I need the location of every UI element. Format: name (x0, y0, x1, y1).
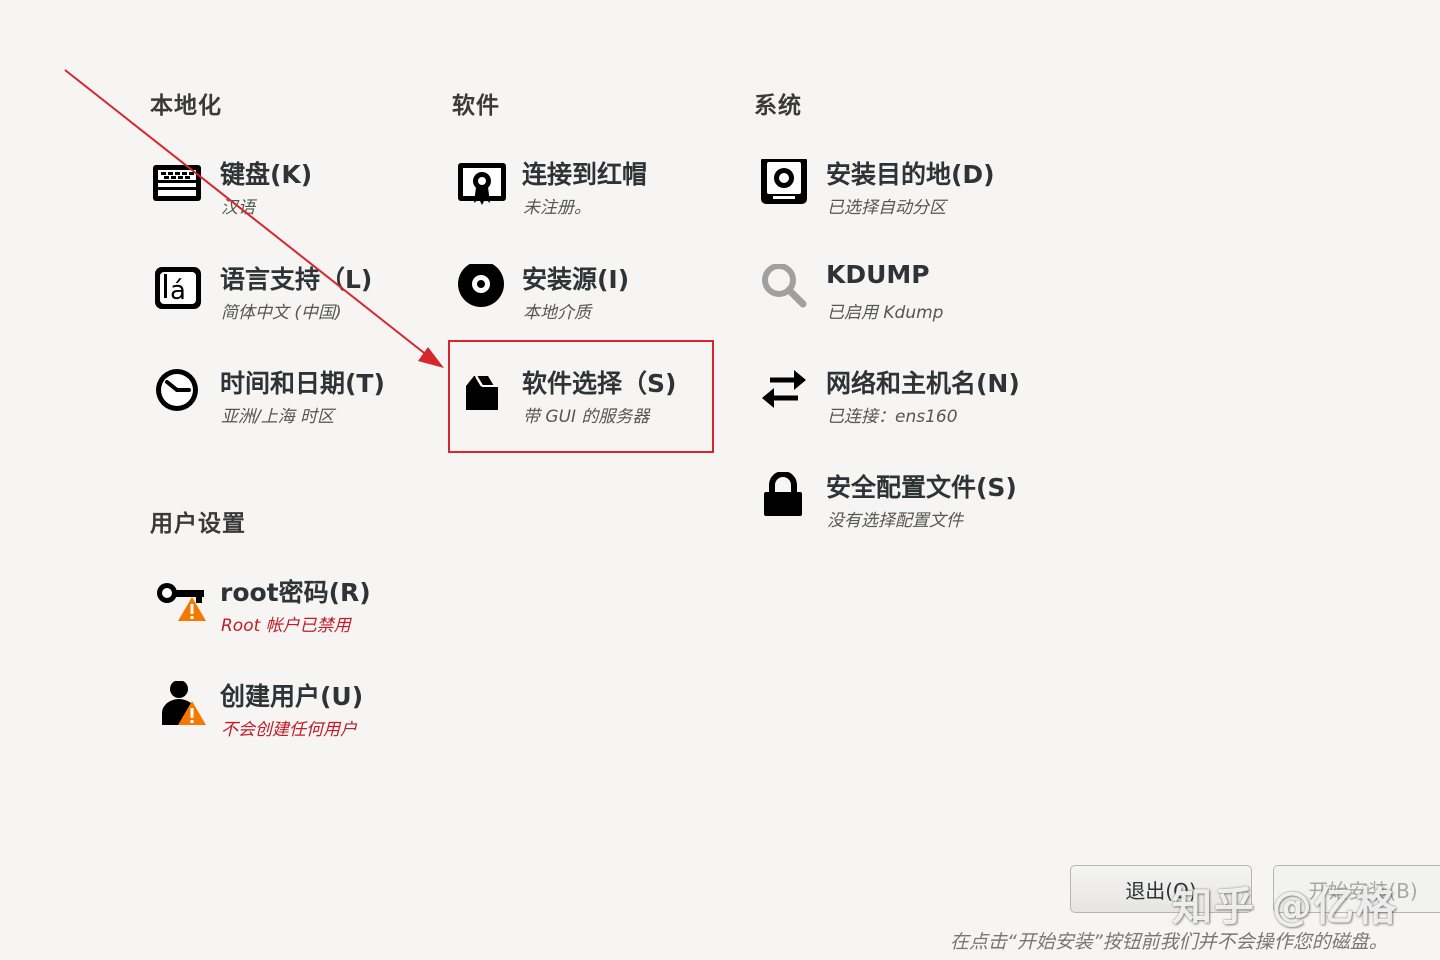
spoke-title: KDUMP (826, 260, 930, 289)
user-warning-icon (150, 681, 206, 737)
spoke-status: 已连接：ens160 (827, 407, 958, 427)
spoke-time-date[interactable]: 时间和日期(T) 亚洲/上海 时区 (150, 364, 420, 444)
language-icon: á (150, 264, 206, 320)
spoke-install-destination[interactable]: 安装目的地(D) 已选择自动分区 (756, 155, 1026, 235)
spoke-status: 已启用 Kdump (827, 303, 944, 323)
spoke-status: 简体中文 (中国) (221, 303, 342, 323)
spoke-security-profile[interactable]: 安全配置文件(S) 没有选择配置文件 (756, 468, 1026, 548)
annotation-arrow (64, 69, 444, 368)
section-title-localization: 本地化 (150, 93, 222, 119)
spoke-status: 汉语 (221, 198, 255, 218)
redhat-certificate-icon (452, 159, 508, 215)
search-icon (756, 264, 812, 320)
footer-note: 在点击“开始安装”按钮前我们并不会操作您的磁盘。 (950, 931, 1388, 953)
spoke-title: 安装源(I) (522, 265, 630, 294)
section-title-software: 软件 (452, 93, 500, 119)
spoke-title: 时间和日期(T) (220, 369, 385, 398)
spoke-status: 本地介质 (523, 303, 591, 323)
begin-installation-button[interactable]: 开始安装(B) (1273, 865, 1440, 913)
spoke-status: 已选择自动分区 (827, 198, 946, 218)
clock-icon (150, 368, 206, 424)
spoke-install-source[interactable]: 安装源(I) 本地介质 (452, 260, 722, 340)
annotation-highlight-box (448, 340, 714, 453)
spoke-create-user[interactable]: 创建用户(U) 不会创建任何用户 (150, 677, 420, 757)
lock-icon (756, 472, 812, 528)
spoke-status-warning: Root 帐户已禁用 (221, 616, 351, 636)
svg-text:á: á (170, 276, 186, 306)
quit-button[interactable]: 退出(Q) (1070, 865, 1252, 913)
network-arrows-icon (756, 368, 812, 424)
spoke-root-password[interactable]: root密码(R) Root 帐户已禁用 (150, 573, 420, 653)
spoke-title: root密码(R) (220, 578, 371, 607)
spoke-title: 网络和主机名(N) (826, 369, 1020, 398)
spoke-kdump[interactable]: KDUMP 已启用 Kdump (756, 260, 1026, 340)
spoke-status: 未注册。 (523, 198, 591, 218)
key-warning-icon (150, 577, 206, 633)
spoke-status: 亚洲/上海 时区 (221, 407, 335, 427)
spoke-status: 没有选择配置文件 (827, 511, 963, 531)
spoke-title: 语言支持（L) (220, 265, 373, 294)
section-title-system: 系统 (754, 93, 802, 119)
spoke-network-hostname[interactable]: 网络和主机名(N) 已连接：ens160 (756, 364, 1026, 444)
spoke-status-warning: 不会创建任何用户 (221, 720, 357, 740)
spoke-connect-redhat[interactable]: 连接到红帽 未注册。 (452, 155, 722, 235)
keyboard-icon (150, 159, 206, 215)
spoke-title: 创建用户(U) (220, 682, 364, 711)
disc-icon (452, 264, 508, 320)
hard-disk-icon (756, 159, 812, 215)
spoke-keyboard[interactable]: 键盘(K) 汉语 (150, 155, 420, 235)
section-title-user-settings: 用户设置 (150, 511, 246, 537)
spoke-title: 安装目的地(D) (826, 160, 995, 189)
spoke-title: 键盘(K) (220, 160, 313, 189)
spoke-title: 安全配置文件(S) (826, 473, 1017, 502)
spoke-title: 连接到红帽 (522, 160, 648, 189)
spoke-language-support[interactable]: á 语言支持（L) 简体中文 (中国) (150, 260, 420, 340)
